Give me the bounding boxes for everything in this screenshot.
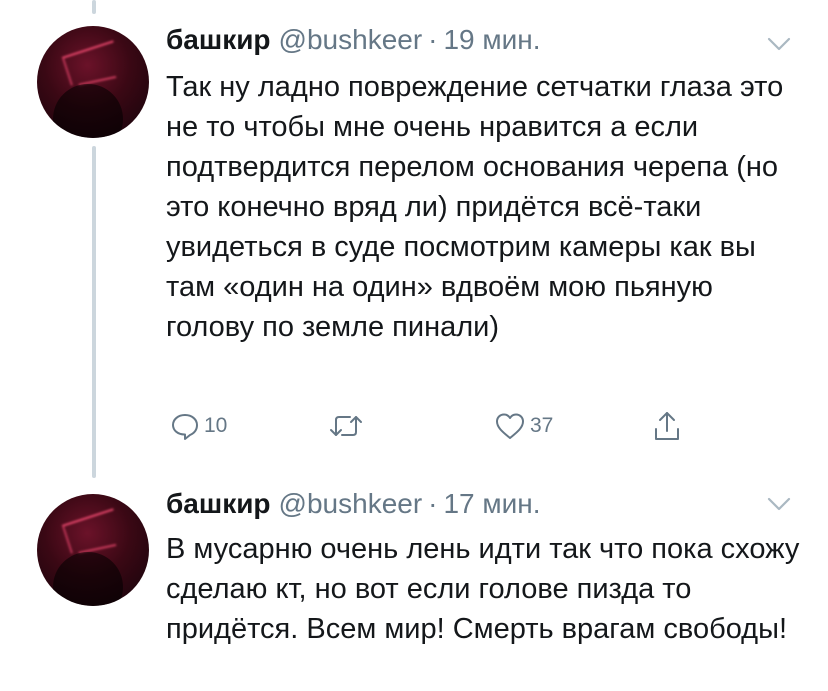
share-button[interactable] [652,408,682,444]
like-count: 37 [530,414,554,437]
retweet-icon [330,416,362,436]
tweet-header: башкир @bushkeer · 19 мин. [166,24,541,64]
tweet-timestamp[interactable]: 17 мин. [443,488,540,520]
like-icon [496,413,524,439]
reply-button[interactable]: 10 [170,408,227,444]
tweet-timestamp[interactable]: 19 мин. [443,24,540,56]
chevron-down-icon[interactable] [766,496,792,512]
chevron-down-icon[interactable] [766,36,792,52]
reply-count: 10 [204,414,228,437]
header-separator: · [428,24,438,55]
tweet-header: башкир @bushkeer · 17 мин. [166,488,541,528]
avatar[interactable] [37,494,149,606]
like-button[interactable]: 37 [494,408,553,444]
author-handle[interactable]: @bushkeer [279,24,423,56]
share-icon [655,412,679,440]
reply-icon [172,414,198,440]
header-separator: · [428,488,438,519]
tweet-1[interactable]: башкир @bushkeer · 19 мин. Так ну ладно … [0,0,828,480]
tweet-2[interactable]: башкир @bushkeer · 17 мин. В мусарню оче… [0,480,828,691]
author-name[interactable]: башкир [166,488,271,520]
tweet-text: В мусарню очень лень идти так что пока с… [166,533,800,645]
retweet-button[interactable] [328,408,368,444]
tweet-actions: 10 37 [166,408,726,448]
avatar[interactable] [37,26,149,138]
tweet-text: Так ну ладно повреждение сетчатки глаза … [166,71,784,343]
author-handle[interactable]: @bushkeer [279,488,423,520]
author-name[interactable]: башкир [166,24,271,56]
